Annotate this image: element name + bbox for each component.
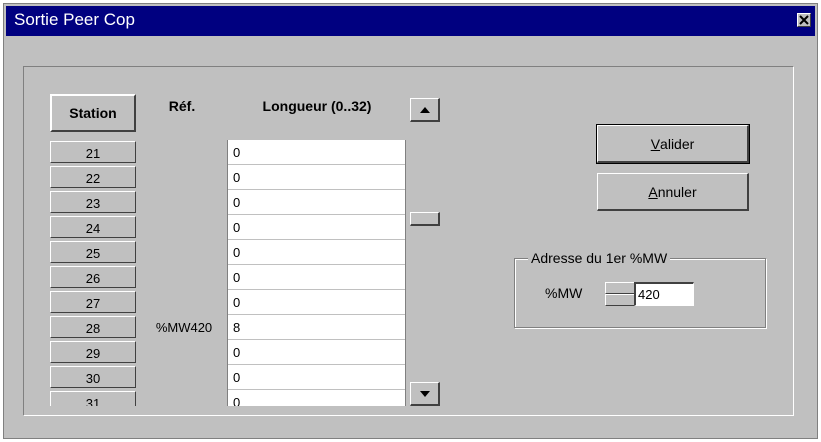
- station-cell[interactable]: 21: [50, 141, 136, 163]
- spinner-down-button[interactable]: [605, 294, 635, 306]
- ref-cell: [140, 140, 228, 165]
- scrollbar-track[interactable]: [410, 100, 440, 406]
- table-row: 31 0: [50, 390, 406, 406]
- column-header-station[interactable]: Station: [50, 94, 136, 132]
- station-cell[interactable]: 31: [50, 391, 136, 406]
- length-cell[interactable]: 0: [228, 390, 406, 406]
- length-cell[interactable]: 0: [228, 165, 406, 190]
- ref-cell: [140, 365, 228, 390]
- table-row: 21 0: [50, 140, 406, 165]
- table-row: 29 0: [50, 340, 406, 365]
- window-title: Sortie Peer Cop: [14, 10, 135, 29]
- cancel-label: nnuler: [657, 183, 697, 200]
- address-group-legend: Adresse du 1er %MW: [528, 250, 671, 266]
- length-cell[interactable]: 0: [228, 190, 406, 215]
- length-cell[interactable]: 0: [228, 290, 406, 315]
- close-button[interactable]: [797, 13, 811, 27]
- scroll-up-button[interactable]: [410, 98, 440, 122]
- spinner-up-button[interactable]: [605, 282, 635, 294]
- length-cell[interactable]: 0: [228, 140, 406, 165]
- station-grid: 21 0 22 0 23 0 24 0 25 0 26 0 27 0 28 %MW420 8 29 0 30 0 31 0: [50, 140, 406, 406]
- table-row: 24 0: [50, 215, 406, 240]
- validate-label: alider: [660, 135, 695, 152]
- address-input[interactable]: 420: [634, 282, 694, 306]
- station-cell[interactable]: 29: [50, 341, 136, 363]
- close-icon: [799, 15, 809, 25]
- table-row: 28 %MW420 8: [50, 315, 406, 340]
- address-spinner[interactable]: [605, 282, 635, 306]
- station-cell[interactable]: 30: [50, 366, 136, 388]
- station-cell[interactable]: 23: [50, 191, 136, 213]
- ref-cell: [140, 265, 228, 290]
- station-cell[interactable]: 22: [50, 166, 136, 188]
- station-cell[interactable]: 25: [50, 241, 136, 263]
- table-row: 25 0: [50, 240, 406, 265]
- ref-cell: [140, 165, 228, 190]
- ref-cell: [140, 240, 228, 265]
- table-row: 30 0: [50, 365, 406, 390]
- grid-divider: [227, 140, 228, 406]
- ref-cell: [140, 190, 228, 215]
- station-cell[interactable]: 26: [50, 266, 136, 288]
- ref-cell: [140, 215, 228, 240]
- length-cell[interactable]: 0: [228, 265, 406, 290]
- scroll-down-button[interactable]: [410, 382, 440, 406]
- station-cell[interactable]: 24: [50, 216, 136, 238]
- length-cell[interactable]: 8: [228, 315, 406, 340]
- length-cell[interactable]: 0: [228, 340, 406, 365]
- station-cell[interactable]: 28: [50, 316, 136, 338]
- ref-cell: [140, 340, 228, 365]
- ref-cell: [140, 390, 228, 406]
- mw-label: %MW: [545, 285, 583, 301]
- title-bar[interactable]: Sortie Peer Cop: [6, 6, 815, 36]
- scrollbar-thumb[interactable]: [410, 212, 440, 226]
- grid-divider: [405, 140, 406, 406]
- arrow-down-icon: [419, 390, 430, 397]
- ref-cell: %MW420: [155, 320, 213, 335]
- cancel-button[interactable]: Annuler: [597, 173, 749, 211]
- validate-mnemonic: V: [650, 135, 661, 152]
- column-header-length: Longueur (0..32): [228, 94, 406, 132]
- column-header-ref: Réf.: [138, 94, 226, 132]
- cancel-mnemonic: A: [648, 183, 658, 200]
- length-cell[interactable]: 0: [228, 240, 406, 265]
- arrow-up-icon: [419, 106, 430, 113]
- table-row: 27 0: [50, 290, 406, 315]
- length-cell[interactable]: 0: [228, 215, 406, 240]
- ref-cell: [140, 290, 228, 315]
- station-cell[interactable]: 27: [50, 291, 136, 313]
- table-row: 26 0: [50, 265, 406, 290]
- validate-button[interactable]: Valider: [596, 124, 750, 164]
- length-cell[interactable]: 0: [228, 365, 406, 390]
- table-row: 23 0: [50, 190, 406, 215]
- table-row: 22 0: [50, 165, 406, 190]
